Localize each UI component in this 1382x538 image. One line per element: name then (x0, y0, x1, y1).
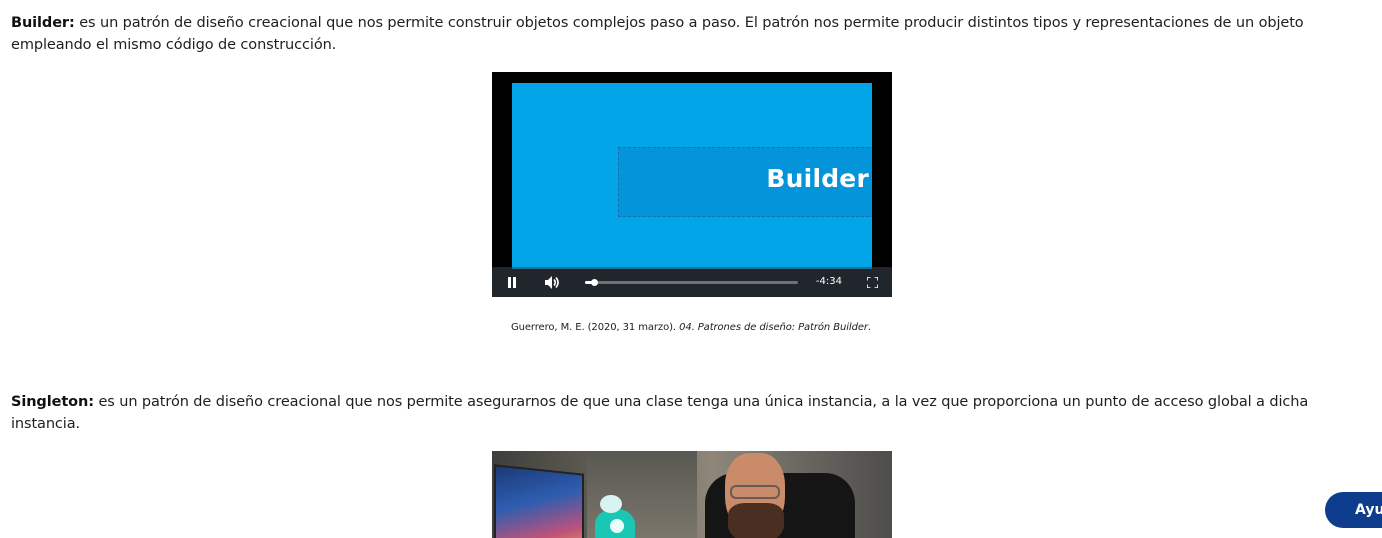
builder-paragraph: Builder: es un patrón de diseño creacion… (11, 12, 1370, 56)
video-controls: -4:34 (492, 267, 892, 297)
presenter-glasses (730, 485, 780, 499)
caption-work-title: 04. Patrones de diseño: Patrón Builder (679, 322, 868, 333)
time-remaining: -4:34 (815, 276, 842, 287)
builder-description: es un patrón de diseño creacional que no… (11, 15, 1304, 53)
builder-video-player[interactable]: Builder -4:34 (492, 72, 892, 297)
fullscreen-button[interactable] (862, 267, 882, 297)
video-caption: Guerrero, M. E. (2020, 31 marzo). 04. Pa… (0, 322, 1382, 333)
progress-bar[interactable] (585, 279, 798, 286)
title-box: Builder (618, 147, 872, 217)
video-title-overlay: Builder (766, 164, 869, 193)
singleton-video-player[interactable] (492, 451, 892, 538)
builder-term: Builder: (11, 15, 75, 31)
fullscreen-icon (866, 276, 878, 288)
volume-button[interactable] (542, 267, 564, 297)
lamp-light (610, 519, 624, 533)
caption-end: . (867, 322, 871, 333)
monitor-image (494, 464, 584, 538)
video-frame[interactable]: Builder (512, 83, 872, 269)
pause-icon (508, 276, 516, 288)
caption-author: Guerrero, M. E. (2020, 31 marzo). (510, 322, 680, 333)
progress-handle[interactable] (590, 279, 598, 286)
volume-icon (545, 275, 559, 289)
singleton-term: Singleton: (11, 394, 94, 410)
singleton-paragraph: Singleton: es un patrón de diseño creaci… (11, 391, 1370, 435)
lamp-head (600, 495, 622, 513)
help-button[interactable]: Ayu (1325, 492, 1382, 528)
presenter-beard (728, 503, 784, 538)
singleton-description: es un patrón de diseño creacional que no… (11, 394, 1309, 432)
pause-button[interactable] (502, 267, 522, 297)
